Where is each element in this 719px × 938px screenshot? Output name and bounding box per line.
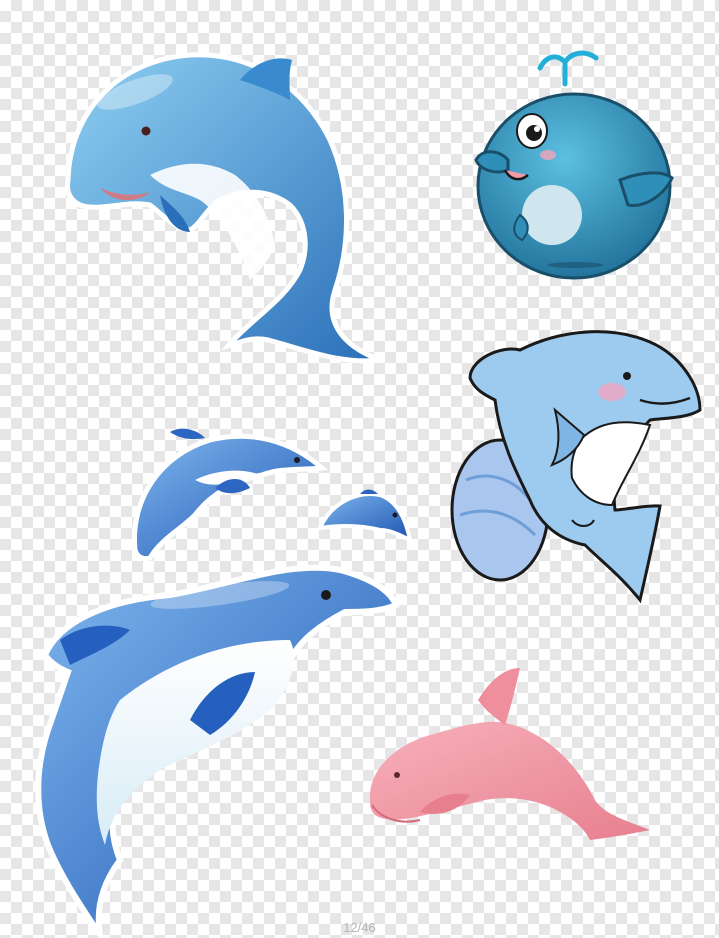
clipart-canvas [35,50,702,937]
glossy-blue-dolphin [65,52,381,364]
cartoon-baby-whale [474,50,674,280]
eye [392,512,398,518]
pair-of-small-blue-dolphins [131,428,413,561]
eye [623,372,631,380]
eye [141,126,151,136]
cartoon-smiling-dolphin [450,330,702,604]
eye [321,590,331,600]
pink-dolphin [369,668,650,840]
eye [294,457,300,463]
large-blue-leaping-dolphin [35,564,400,937]
eye [394,772,400,778]
page-counter: 12/46 [343,920,376,935]
